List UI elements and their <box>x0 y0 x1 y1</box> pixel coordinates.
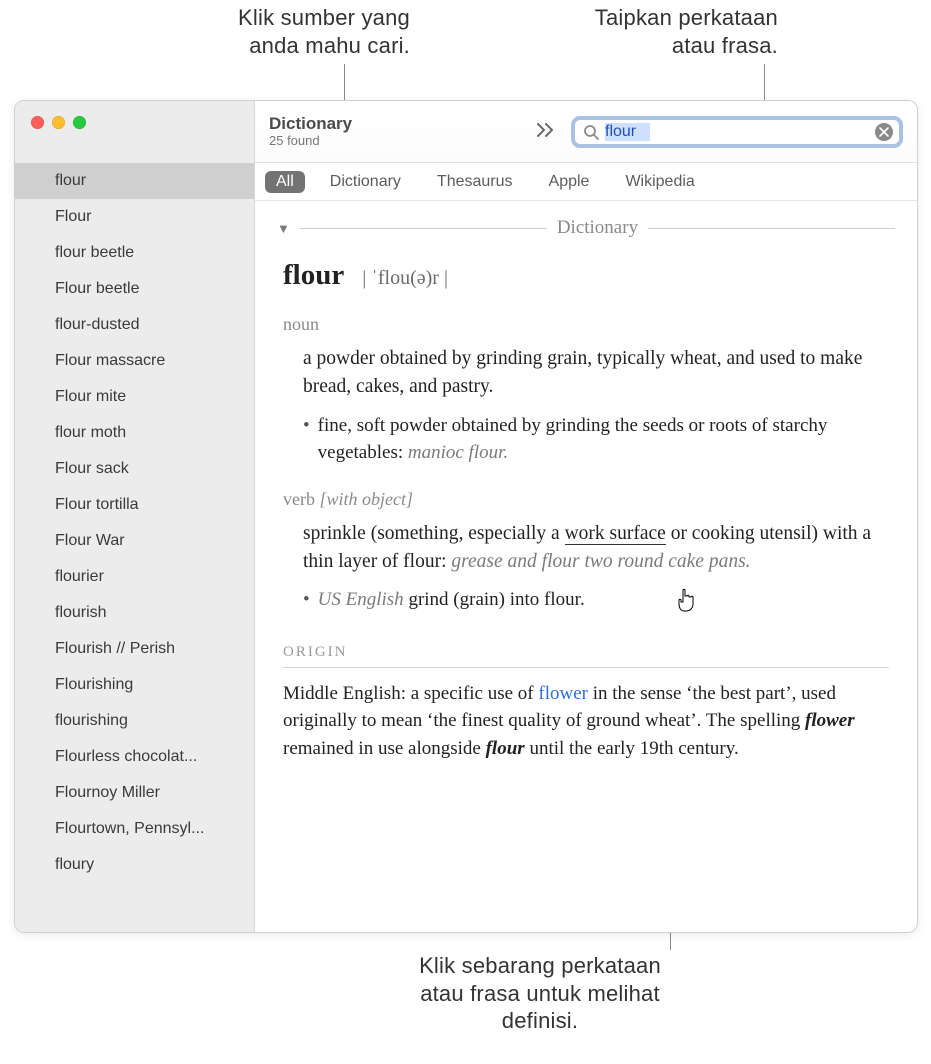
sidebar-item[interactable]: Flour <box>15 199 254 235</box>
clear-search-button[interactable] <box>875 123 893 141</box>
sidebar-item[interactable]: flour moth <box>15 415 254 451</box>
bullet-icon: • <box>303 586 310 614</box>
source-tabs: All Dictionary Thesaurus Apple Wikipedia <box>255 163 917 201</box>
close-icon <box>879 127 889 137</box>
main-area: Dictionary 25 found <box>255 101 917 932</box>
headword: flour <box>283 259 344 291</box>
sidebar-item[interactable]: flourishing <box>15 703 254 739</box>
callout-line <box>764 64 765 104</box>
definition-1[interactable]: a powder obtained by grinding grain, typ… <box>303 345 889 402</box>
subsense-2[interactable]: • US English grind (grain) into flour. <box>303 586 889 614</box>
search-field[interactable] <box>571 116 903 148</box>
callout-click-word: Klik sebarang perkataanatau frasa untuk … <box>400 952 680 1035</box>
definition-2[interactable]: sprinkle (something, especially a work s… <box>303 520 889 577</box>
sidebar-item[interactable]: flourish <box>15 595 254 631</box>
sidebar-item[interactable]: flourier <box>15 559 254 595</box>
sidebar-item[interactable]: flour beetle <box>15 235 254 271</box>
sidebar-item[interactable]: Flourless chocolat... <box>15 739 254 775</box>
search-icon <box>583 124 599 140</box>
source-tab-dictionary[interactable]: Dictionary <box>319 171 412 193</box>
sidebar-item[interactable]: Flournoy Miller <box>15 775 254 811</box>
sidebar-item[interactable]: flour-dusted <box>15 307 254 343</box>
dictionary-window: flourFlourflour beetleFlour beetleflour-… <box>14 100 918 933</box>
search-input[interactable] <box>605 123 869 141</box>
sidebar-item[interactable]: Flour War <box>15 523 254 559</box>
part-of-speech-verb: verb [with object] <box>283 489 889 510</box>
sidebar-item[interactable]: Flour massacre <box>15 343 254 379</box>
sidebar-item[interactable]: Flourtown, Pennsyl... <box>15 811 254 847</box>
fullscreen-window-button[interactable] <box>73 116 86 129</box>
linked-term-work-surface[interactable]: work surface <box>565 523 666 545</box>
callout-sources: Klik sumber yanganda mahu cari. <box>140 4 410 59</box>
more-button[interactable] <box>531 117 561 146</box>
part-of-speech-noun: noun <box>283 314 889 335</box>
window-controls <box>15 101 254 143</box>
example-text: grease and flour two round cake pans. <box>451 551 750 572</box>
sidebar-item[interactable]: floury <box>15 847 254 883</box>
minimize-window-button[interactable] <box>52 116 65 129</box>
origin-text[interactable]: Middle English: a specific use of flower… <box>283 680 889 763</box>
section-label: Dictionary <box>547 217 648 239</box>
results-list[interactable]: flourFlourflour beetleFlour beetleflour-… <box>15 143 254 932</box>
results-count: 25 found <box>269 134 352 149</box>
callout-search: Taipkan perkataanatau frasa. <box>516 4 778 59</box>
chevron-right-double-icon <box>537 123 555 137</box>
toolbar-title-block: Dictionary 25 found <box>269 114 352 149</box>
disclosure-triangle-icon: ▼ <box>277 221 290 236</box>
subsense-1[interactable]: • fine, soft powder obtained by grinding… <box>303 412 889 467</box>
dictionary-entry: flour | ˈflou(ə)r | noun a powder obtain… <box>277 259 895 762</box>
linked-term-flower[interactable]: flower <box>538 683 588 704</box>
definition-content: ▼ Dictionary flour | ˈflou(ə)r | noun a … <box>255 201 917 932</box>
origin-label: ORIGIN <box>283 644 889 661</box>
sidebar-item[interactable]: Flour sack <box>15 451 254 487</box>
sidebar-item[interactable]: Flour beetle <box>15 271 254 307</box>
window-title: Dictionary <box>269 114 352 134</box>
sidebar: flourFlourflour beetleFlour beetleflour-… <box>15 101 255 932</box>
source-tab-thesaurus[interactable]: Thesaurus <box>426 171 524 193</box>
close-window-button[interactable] <box>31 116 44 129</box>
sidebar-item[interactable]: Flourish // Perish <box>15 631 254 667</box>
sidebar-item[interactable]: Flour tortilla <box>15 487 254 523</box>
toolbar: Dictionary 25 found <box>255 101 917 163</box>
sidebar-item[interactable]: Flourishing <box>15 667 254 703</box>
bullet-icon: • <box>303 412 310 467</box>
source-tab-wikipedia[interactable]: Wikipedia <box>614 171 705 193</box>
pronunciation: | ˈflou(ə)r | <box>362 267 448 289</box>
origin-divider <box>283 667 889 668</box>
section-divider[interactable]: ▼ Dictionary <box>277 217 895 239</box>
region-tag: US English <box>318 589 404 610</box>
source-tab-all[interactable]: All <box>265 171 305 193</box>
example-text: manioc flour. <box>408 442 508 463</box>
sidebar-item[interactable]: Flour mite <box>15 379 254 415</box>
sidebar-item[interactable]: flour <box>15 163 254 199</box>
source-tab-apple[interactable]: Apple <box>538 171 601 193</box>
